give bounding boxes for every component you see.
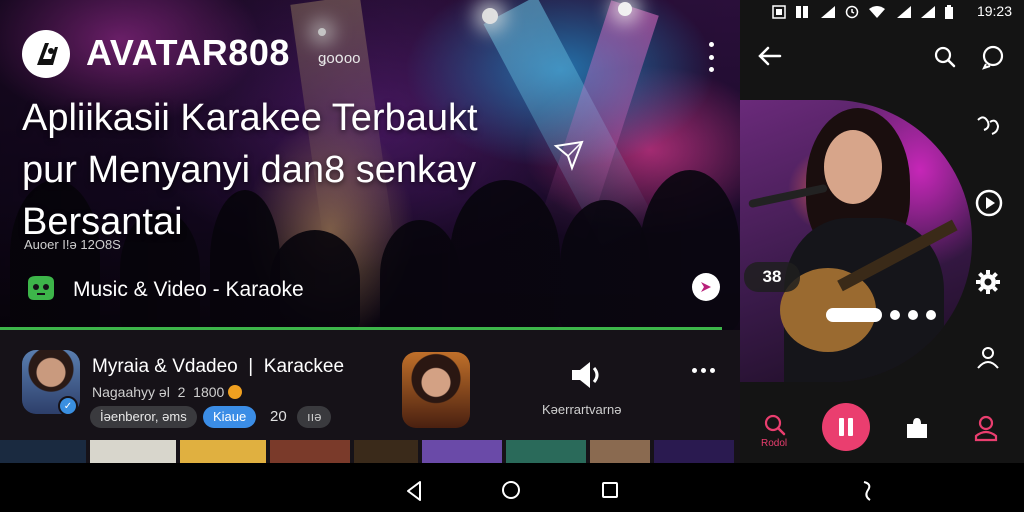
chat-icon[interactable] [980,44,1006,70]
strip-thumbnail[interactable] [422,440,502,463]
hero-meta: Auoer I!ə 12O8S [24,237,121,252]
nav-back-icon[interactable] [404,480,424,502]
brand-name: AVATAR808 [86,32,290,73]
search-tab-icon[interactable] [762,412,788,438]
strip-thumbnail[interactable] [0,440,86,463]
play-share-icon[interactable] [692,273,720,301]
card-subtitle-text: Nagaahyy əl 2 1800 [92,384,225,400]
headline-line: Apliikasii Karakee Terbaukt [22,97,478,139]
signal-icon [921,6,935,18]
card-title[interactable]: Myraia & Vdadeo | Karackee [92,356,344,378]
verified-badge-icon: ✓ [58,396,78,416]
chip-category[interactable]: İəenberor, əms [90,406,197,428]
search-icon[interactable] [932,44,958,70]
strip-thumbnail[interactable] [654,440,734,463]
play-circle-icon[interactable] [974,188,1004,218]
strip-thumbnail[interactable] [354,440,418,463]
speaker-icon[interactable] [570,360,604,390]
coin-icon [228,385,243,399]
brand-subtitle: ǥoօoo [318,50,361,67]
nav-recents-icon[interactable] [602,482,618,498]
avatar-logo-icon [37,43,58,65]
brand-logo[interactable] [22,30,70,78]
gear-icon[interactable] [974,268,1002,296]
game-controller-icon [28,276,54,300]
alarm-icon [845,5,859,19]
thumbnail-strip[interactable] [0,440,740,463]
hero-banner[interactable]: AVATAR808 ǥoօoo Apliikasii Karakee Terba… [0,0,740,330]
strip-thumbnail[interactable] [270,440,350,463]
puzzle-icon[interactable] [903,414,931,442]
strip-thumbnail[interactable] [180,440,266,463]
chip-extra[interactable]: ııə [297,406,332,428]
playback-indicator [826,308,936,322]
lyric-badge: 38 [744,262,800,292]
battery-icon [945,5,953,19]
signal-icon [821,6,835,18]
profile-outline-icon[interactable] [974,344,1002,372]
more-horizontal-icon[interactable] [692,368,715,373]
speaker-label: Kəerrartvarnə [542,402,622,417]
lyrics-icon[interactable] [974,112,1002,140]
card-subtitle: Nagaahyy əl 2 1800 [92,384,243,400]
profile-tab-icon[interactable] [974,414,998,442]
strip-thumbnail[interactable] [90,440,176,463]
search-tab-label[interactable]: Rodol [761,438,787,449]
nav-home-icon[interactable] [502,481,520,499]
status-time: 19:23 [976,3,1012,19]
signal-icon [897,6,911,18]
back-arrow-icon[interactable] [756,42,784,70]
strip-thumbnail[interactable] [506,440,586,463]
sparkle-icon [553,140,584,171]
hero-headline: Apliikasii Karakee Terbaukt pur Menyanyi… [22,92,602,248]
chip-count: 20 [270,408,287,425]
image-status-icon [772,5,786,19]
kebab-menu-icon[interactable] [700,42,722,72]
category-label[interactable]: Music & Video - Karaoke [73,278,304,302]
wifi-icon [869,6,885,18]
strip-thumbnail[interactable] [590,440,650,463]
pause-button[interactable] [822,403,870,451]
headline-line: pur Menyanyi dan8 ѕеnkаy [22,149,477,191]
pause-icon [839,418,853,436]
notification-status-icon [796,6,808,18]
singer-thumbnail[interactable] [402,352,470,428]
chip-tag[interactable]: Kiaue [203,406,257,428]
gesture-hint-icon[interactable] [858,478,876,502]
